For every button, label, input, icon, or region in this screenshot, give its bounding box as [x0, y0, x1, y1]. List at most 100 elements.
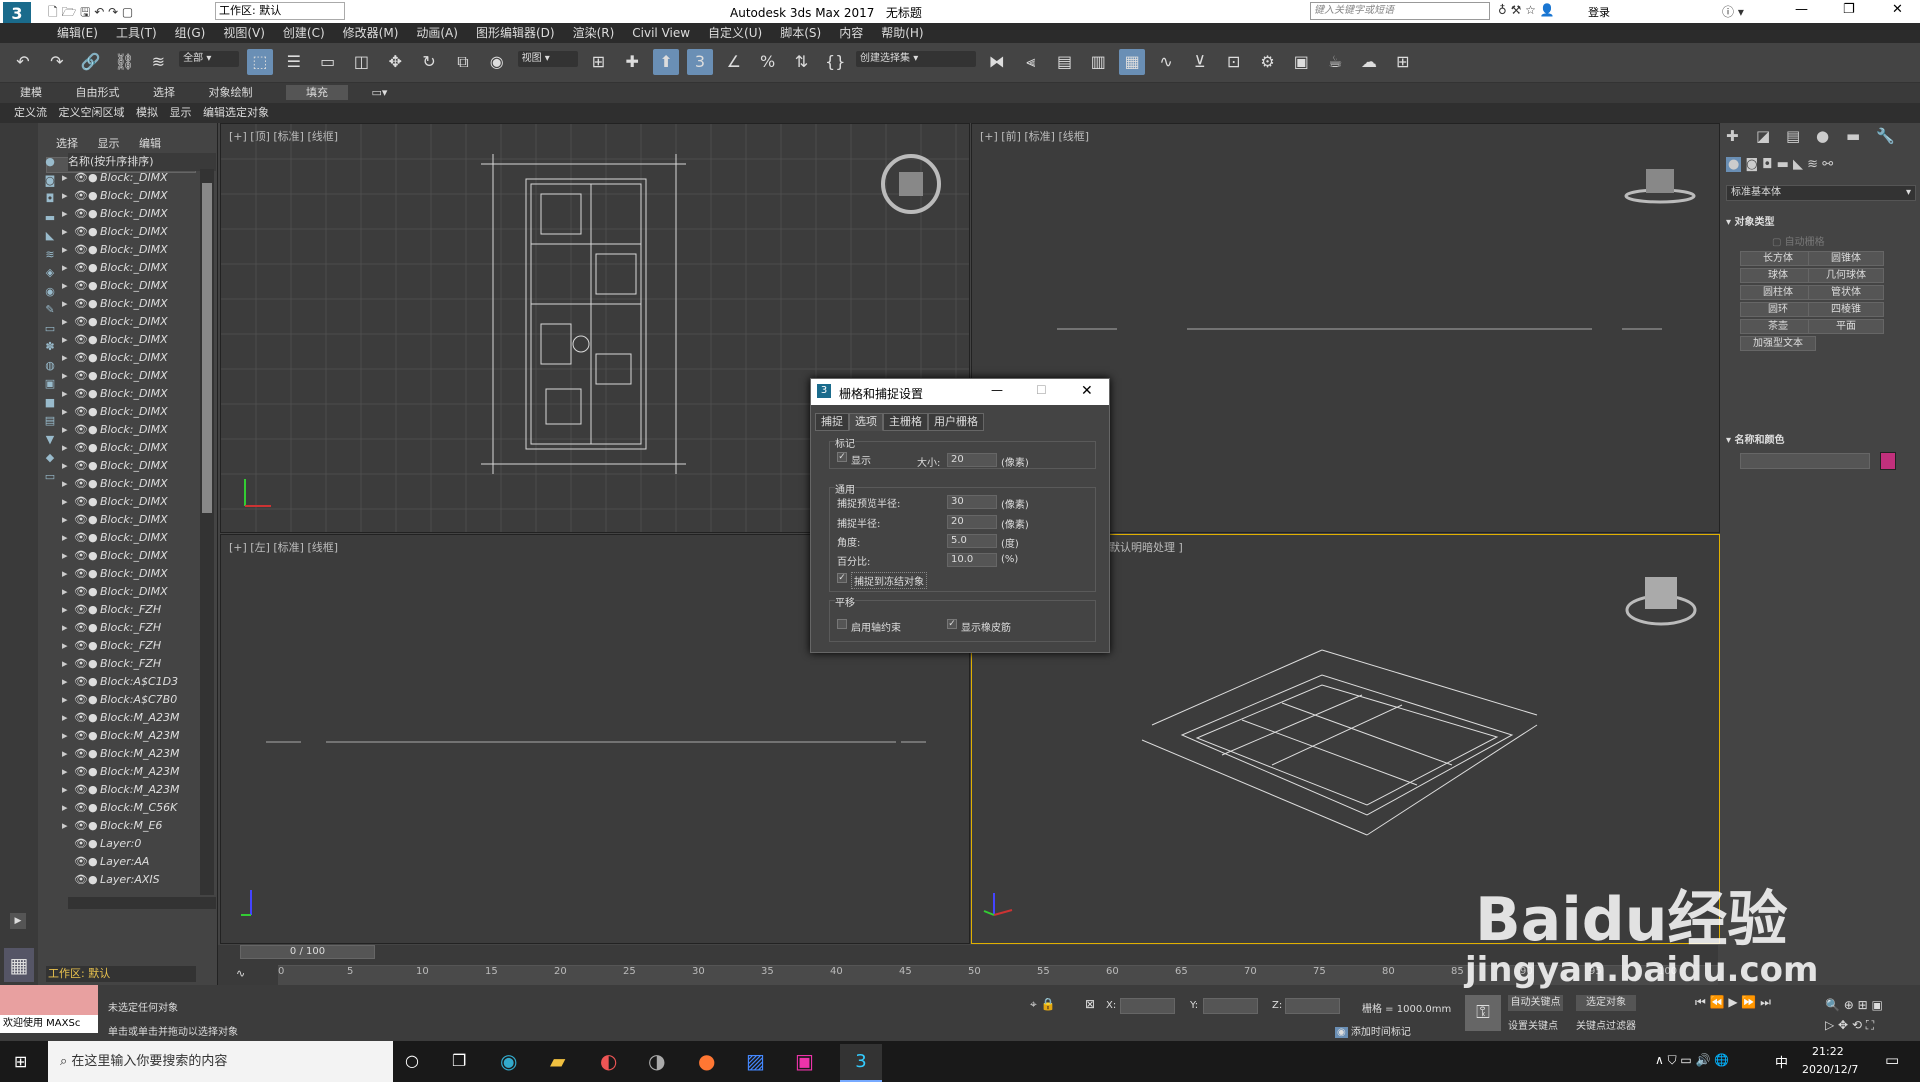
visibility-eye-icon[interactable]: 👁: [74, 223, 88, 241]
snap-toggle-icon[interactable]: 3: [686, 49, 713, 75]
expand-arrow-icon[interactable]: ▸: [62, 277, 74, 295]
scene-row[interactable]: ▸ 👁● Block:_FZH: [62, 655, 197, 673]
render-icon[interactable]: ☕: [1322, 49, 1348, 75]
scene-row[interactable]: 👁● Layer:AXIS: [62, 871, 197, 889]
expand-arrow-icon[interactable]: ▸: [62, 601, 74, 619]
freeze-dot-icon[interactable]: ●: [88, 187, 100, 205]
visibility-eye-icon[interactable]: 👁: [74, 673, 88, 691]
visibility-eye-icon[interactable]: 👁: [74, 277, 88, 295]
dialog-titlebar[interactable]: 3 栅格和捕捉设置 — ☐ ✕: [811, 379, 1109, 405]
abs-rel-icon[interactable]: ⊠: [1085, 997, 1095, 1011]
select-object-icon[interactable]: ⬚: [246, 49, 273, 75]
scene-row[interactable]: ▸ 👁● Block:_DIMX: [62, 187, 197, 205]
scene-h-scrollbar[interactable]: [68, 897, 216, 909]
playback-controls[interactable]: ⏮ ⏪ ▶ ⏩ ⏭: [1695, 995, 1771, 1010]
visibility-eye-icon[interactable]: 👁: [74, 205, 88, 223]
menu-rendering[interactable]: 渲染(R): [564, 23, 624, 43]
expand-arrow-icon[interactable]: ▸: [62, 187, 74, 205]
visibility-eye-icon[interactable]: 👁: [74, 637, 88, 655]
start-button[interactable]: ⊞: [14, 1052, 27, 1071]
visibility-eye-icon[interactable]: 👁: [74, 529, 88, 547]
visibility-eye-icon[interactable]: 👁: [74, 313, 88, 331]
object-name-input[interactable]: [1740, 453, 1870, 469]
tab-snaps[interactable]: 捕捉: [815, 413, 849, 431]
visibility-eye-icon[interactable]: 👁: [74, 781, 88, 799]
named-selection-dropdown[interactable]: 创建选择集 ▾: [856, 51, 977, 67]
maxscript-input[interactable]: 欢迎使用 MAXSc: [0, 1015, 98, 1033]
scene-row[interactable]: ▸ 👁● Block:M_A23M: [62, 745, 197, 763]
expand-arrow-icon[interactable]: ▸: [62, 475, 74, 493]
scene-row[interactable]: ▸ 👁● Block:_DIMX: [62, 403, 197, 421]
visibility-eye-icon[interactable]: 👁: [74, 331, 88, 349]
menu-edit[interactable]: 编辑(E): [48, 23, 107, 43]
edit-named-sel-icon[interactable]: {}: [822, 49, 848, 75]
freeze-dot-icon[interactable]: ●: [88, 565, 100, 583]
freeze-dot-icon[interactable]: ●: [88, 493, 100, 511]
visibility-eye-icon[interactable]: 👁: [74, 187, 88, 205]
add-time-tag[interactable]: ◉ 添加时间标记: [1335, 1023, 1411, 1038]
menu-tools[interactable]: 工具(T): [107, 23, 166, 43]
scene-row[interactable]: ▸ 👁● Block:_DIMX: [62, 385, 197, 403]
ribbon-simulate[interactable]: 模拟: [136, 106, 158, 119]
ref-coord-dropdown[interactable]: 视图 ▾: [517, 51, 578, 67]
menu-content[interactable]: 内容: [830, 23, 872, 43]
menu-group[interactable]: 组(G): [166, 23, 215, 43]
expand-arrow-icon[interactable]: ▸: [62, 403, 74, 421]
scene-row[interactable]: ▸ 👁● Block:_DIMX: [62, 457, 197, 475]
scene-row[interactable]: ▸ 👁● Block:_DIMX: [62, 169, 197, 187]
ribbon-tab-freeform[interactable]: 自由形式: [76, 86, 120, 99]
dialog-maximize-button[interactable]: ☐: [1036, 383, 1047, 397]
expand-arrow-icon[interactable]: ▸: [62, 241, 74, 259]
expand-arrow-icon[interactable]: ▸: [62, 673, 74, 691]
move-icon[interactable]: ✥: [382, 49, 408, 75]
motion-tab-icon[interactable]: ●: [1816, 127, 1829, 145]
scene-workspace-label[interactable]: 工作区: 默认: [46, 966, 196, 982]
expand-arrow-icon[interactable]: ▸: [62, 799, 74, 817]
rotate-icon[interactable]: ↻: [416, 49, 442, 75]
ribbon-edit-selected[interactable]: 编辑选定对象: [203, 106, 269, 119]
marker-show-checkbox[interactable]: ✓: [837, 452, 847, 462]
expand-arrow-icon[interactable]: ▸: [62, 205, 74, 223]
scene-row[interactable]: ▸ 👁● Block:_DIMX: [62, 565, 197, 583]
primitive-button[interactable]: 几何球体: [1808, 268, 1884, 283]
clock-date[interactable]: 2020/12/7: [1802, 1063, 1858, 1076]
expand-arrow-icon[interactable]: ▸: [62, 439, 74, 457]
menu-animation[interactable]: 动画(A): [407, 23, 467, 43]
object-type-rollout[interactable]: ▾ 对象类型: [1726, 213, 1775, 228]
scene-row[interactable]: ▸ 👁● Block:_FZH: [62, 619, 197, 637]
keyfilter-button[interactable]: 关键点过滤器: [1576, 1017, 1636, 1032]
expand-arrow-icon[interactable]: ▸: [62, 709, 74, 727]
curve-editor-icon[interactable]: ∿: [1153, 49, 1179, 75]
workspace-dropdown[interactable]: 工作区: 默认: [215, 2, 345, 20]
preview-radius-field[interactable]: 30: [947, 495, 997, 509]
create-tab-icon[interactable]: ✚: [1726, 127, 1739, 145]
freeze-dot-icon[interactable]: ●: [88, 439, 100, 457]
layer-explorer-icon[interactable]: ▤: [1052, 49, 1078, 75]
visibility-eye-icon[interactable]: 👁: [74, 439, 88, 457]
scene-row[interactable]: ▸ 👁● Block:M_A23M: [62, 709, 197, 727]
primitive-button[interactable]: 长方体: [1740, 251, 1816, 266]
freeze-dot-icon[interactable]: ●: [88, 619, 100, 637]
z-field[interactable]: [1285, 998, 1340, 1014]
expand-arrow-icon[interactable]: ▶: [10, 913, 26, 929]
freeze-dot-icon[interactable]: ●: [88, 835, 100, 853]
x-field[interactable]: [1120, 998, 1175, 1014]
freeze-dot-icon[interactable]: ●: [88, 313, 100, 331]
search-input[interactable]: 键入关键字或短语: [1310, 2, 1490, 20]
freeze-dot-icon[interactable]: ●: [88, 673, 100, 691]
scene-row[interactable]: ▸ 👁● Block:M_C56K: [62, 799, 197, 817]
scene-explorer-icon[interactable]: ▦: [1119, 49, 1146, 75]
freeze-dot-icon[interactable]: ●: [88, 691, 100, 709]
expand-arrow-icon[interactable]: ▸: [62, 619, 74, 637]
visibility-eye-icon[interactable]: 👁: [74, 565, 88, 583]
expand-arrow-icon[interactable]: ▸: [62, 817, 74, 835]
expand-arrow-icon[interactable]: ▸: [62, 223, 74, 241]
visibility-eye-icon[interactable]: 👁: [74, 583, 88, 601]
keyboard-shortcut-icon[interactable]: ⬆: [653, 49, 680, 75]
visibility-eye-icon[interactable]: 👁: [74, 745, 88, 763]
task-view-icon[interactable]: ❐: [452, 1051, 466, 1070]
rect-selection-icon[interactable]: ▭: [315, 49, 341, 75]
app-icon-2[interactable]: ◑: [648, 1049, 665, 1073]
maxscript-listener[interactable]: [0, 985, 98, 1015]
scene-row[interactable]: ▸ 👁● Block:_DIMX: [62, 223, 197, 241]
